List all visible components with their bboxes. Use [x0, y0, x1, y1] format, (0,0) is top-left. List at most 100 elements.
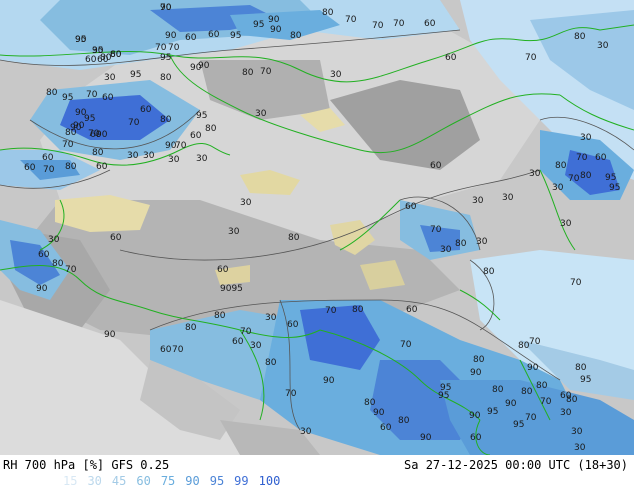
contour-label: 60 [185, 33, 197, 43]
legend-level-15: 15 [63, 474, 78, 488]
contour-label: 60 [445, 53, 457, 63]
contour-label: 60 [208, 30, 220, 40]
contour-label: 90 [470, 368, 482, 378]
contour-label: 95 [160, 53, 171, 63]
legend-level-99: 99 [234, 474, 249, 488]
contour-label: 90 [36, 284, 48, 294]
contour-label: 90 [268, 15, 280, 25]
legend-level-90: 90 [185, 474, 200, 488]
contour-label: 30 [574, 443, 586, 453]
contour-label: 80 [536, 381, 548, 391]
contour-label: 30 [330, 70, 342, 80]
contour-label: 80 [185, 323, 197, 333]
contour-label: 70 [345, 15, 357, 25]
contour-label: 95 [230, 31, 241, 41]
contour-label: 90 [190, 63, 202, 73]
contour-label: 60 [42, 153, 54, 163]
footer-bar: RH 700 hPa [%] GFS 0.25 Sa 27-12-2025 00… [0, 455, 634, 490]
contour-label: 70 [160, 3, 172, 13]
contour-label: 95 [605, 173, 616, 183]
contour-label: 95 [487, 407, 498, 417]
contour-label: 80 [65, 162, 77, 172]
contour-label: 30 [472, 196, 484, 206]
contour-label: 60 [430, 161, 442, 171]
contour-label: 80 [574, 32, 586, 42]
contour-label: 90 [70, 123, 82, 133]
contour-label: 80 [92, 148, 104, 158]
contour-label: 70 [430, 225, 442, 235]
contour-label: 70 [168, 43, 180, 53]
contour-label: 95 [438, 391, 449, 401]
contour-label: 30 [92, 46, 104, 56]
contour-label: 30 [552, 183, 564, 193]
contour-label: 80 [455, 239, 467, 249]
contour-label: 90 [165, 31, 177, 41]
contour-label: 30 [597, 41, 609, 51]
rh-map-svg: 909095 80907060 95908095 90807070 70 60607060… [0, 0, 634, 455]
contour-label: 60 [110, 233, 122, 243]
contour-label: 30 [48, 235, 60, 245]
contour-label: 70 [62, 140, 74, 150]
contour-label: 9095 [220, 284, 243, 294]
contour-label: 80 [398, 416, 410, 426]
contour-label: 30 [560, 408, 572, 418]
contour-label: 80 [290, 31, 302, 41]
contour-label: 90 [469, 411, 481, 421]
contour-label: 70 [128, 118, 140, 128]
contour-label: 80 [575, 363, 587, 373]
contour-label: 70 [325, 306, 337, 316]
contour-label: 80 [364, 398, 376, 408]
contour-label: 80 [352, 305, 364, 315]
contour-label: 90 [270, 25, 282, 35]
contour-label: 70 [529, 337, 541, 347]
contour-label: 80 [160, 115, 172, 125]
contour-label: 60 [287, 320, 299, 330]
legend-level-30: 30 [87, 474, 102, 488]
contour-label: 60 [380, 423, 392, 433]
contour-label: 60 [232, 337, 244, 347]
contour-label: 95 [196, 111, 207, 121]
contour-label: 60 [24, 163, 36, 173]
contour-label: 90 [420, 433, 432, 443]
contour-label: 30 [440, 245, 452, 255]
contour-label: 70 [240, 327, 252, 337]
contour-label: 60 [97, 55, 109, 65]
contour-label: 95 [130, 70, 141, 80]
contour-label: 30 [571, 427, 583, 437]
contour-label: 95 [253, 20, 264, 30]
contour-label: 70 [65, 265, 77, 275]
contour-label: 80 [518, 341, 530, 351]
contour-label: 60 [85, 55, 97, 65]
contour-label: 70 [43, 165, 55, 175]
contour-label: 70 [400, 340, 412, 350]
legend-level-100: 100 [258, 474, 281, 488]
contour-label: 70 [393, 19, 405, 29]
contour-label: 60 [406, 305, 418, 315]
contour-label: 30 [250, 341, 262, 351]
contour-label: 30 [228, 227, 240, 237]
contour-label: 70 [260, 67, 272, 77]
contour-label: 30 [529, 169, 541, 179]
contour-label: 30 [168, 155, 180, 165]
contour-label: 70 [570, 278, 582, 288]
contour-label: 80 [288, 233, 300, 243]
contour-label: 30 [255, 109, 267, 119]
contour-label: 80 [46, 88, 58, 98]
contour-label: 70 [568, 174, 580, 184]
legend-level-95: 95 [209, 474, 225, 488]
contour-label: 80 [483, 267, 495, 277]
contour-label: 30 [127, 151, 139, 161]
contour-label: 60 [110, 50, 122, 60]
contour-label: 30 [196, 154, 208, 164]
contour-label: 70 [175, 141, 187, 151]
contour-label: 80 [521, 387, 533, 397]
contour-label: 60 [470, 433, 482, 443]
weather-map[interactable]: 90 90 95 80 90 70 60 95 90 80 95 90 80 70 70 70 60 60 70 60… [0, 0, 634, 455]
contour-label: 80 [160, 73, 172, 83]
contour-label: 70 [372, 21, 384, 31]
contour-label: 80 [322, 8, 334, 18]
contour-label: 70 [155, 43, 167, 53]
contour-label: 95 [84, 114, 95, 124]
contour-label: 95 [609, 183, 620, 193]
contour-label: 70 [540, 397, 552, 407]
